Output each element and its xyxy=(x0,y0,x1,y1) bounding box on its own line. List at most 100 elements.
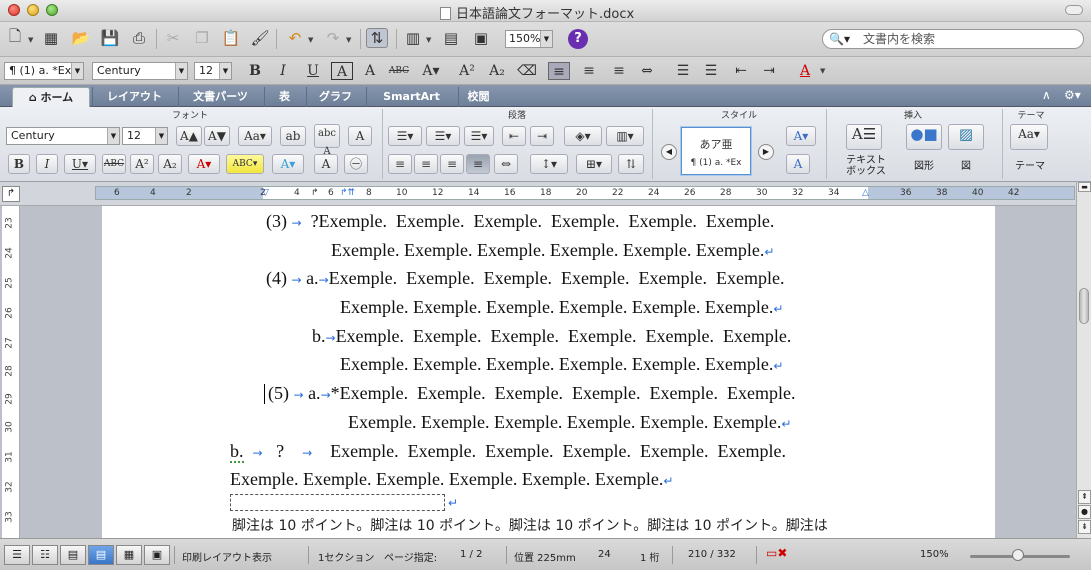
next-page-icon[interactable]: ⇟ xyxy=(1078,520,1091,534)
ribbon-shading-icon[interactable]: ◈▾ xyxy=(564,126,602,146)
tab-selector-icon[interactable]: ↱ xyxy=(2,186,20,202)
shadow-text-icon[interactable]: A xyxy=(359,62,381,80)
document-page[interactable]: (3) → ?Exemple. Exemple. Exemple. Exempl… xyxy=(102,206,995,538)
ribbon-align-left-icon[interactable]: ≡ xyxy=(388,154,412,174)
enclose-characters-icon[interactable]: ㊀ xyxy=(344,154,368,174)
shrink-font-icon[interactable]: A▼ xyxy=(204,126,230,146)
increase-indent-icon[interactable]: ⇥ xyxy=(758,62,780,80)
shapes-icon[interactable]: ●■ xyxy=(906,124,942,150)
tab-review[interactable]: 校閲 xyxy=(458,87,498,107)
font-size-select[interactable]: 12 ▼ xyxy=(194,62,232,80)
example-5a-line2[interactable]: Exemple. Exemple. Exemple. Exemple. Exem… xyxy=(348,412,791,433)
save-icon[interactable]: 💾 xyxy=(99,28,121,48)
tab-charts[interactable]: グラフ xyxy=(306,87,364,107)
ribbon-underline-button[interactable]: U▾ xyxy=(64,154,96,174)
font-color-icon[interactable]: A xyxy=(794,62,816,80)
footnote-text[interactable]: 脚注は 10 ポイント。脚注は 10 ポイント。脚注は 10 ポイント。脚注は … xyxy=(232,515,828,535)
ribbon-numbering-icon[interactable]: ☰▾ xyxy=(426,126,460,146)
ribbon-borders-icon[interactable]: ⊞▾ xyxy=(576,154,612,174)
ribbon-sort-icon[interactable]: ⇅ xyxy=(618,154,644,174)
notebook-view-icon[interactable]: ▦ xyxy=(116,545,142,565)
ribbon-superscript-icon[interactable]: A² xyxy=(130,154,154,174)
chevron-down-icon[interactable]: ▼ xyxy=(820,67,825,75)
decrease-indent-icon[interactable]: ⇤ xyxy=(730,62,752,80)
search-icon[interactable]: 🔍▾ xyxy=(829,30,850,48)
toolbar-toggle-button[interactable] xyxy=(1065,5,1083,15)
bold-button[interactable]: B xyxy=(244,62,266,80)
clear-formatting-icon[interactable]: ab xyxy=(280,126,306,146)
sidebar-icon[interactable]: ▥ xyxy=(402,28,424,48)
style-next-button[interactable]: ▶ xyxy=(758,144,774,160)
style-manage-icon[interactable]: A xyxy=(786,154,810,174)
paste-icon[interactable]: 📋 xyxy=(220,28,242,48)
subscript-icon[interactable]: A₂ xyxy=(486,62,508,80)
style-prev-button[interactable]: ◀ xyxy=(661,144,677,160)
change-case-icon[interactable]: Aa▾ xyxy=(238,126,272,146)
zoom-slider-knob[interactable] xyxy=(1012,549,1024,561)
tab-layout[interactable]: レイアウト xyxy=(92,87,176,107)
print-layout-view-icon[interactable]: ▤ xyxy=(88,545,114,565)
example-4a-line2[interactable]: Exemple. Exemple. Exemple. Exemple. Exem… xyxy=(340,297,783,318)
example-4a-line1[interactable]: (4) → a.→Exemple. Exemple. Exemple. Exem… xyxy=(266,268,784,289)
tab-smartart[interactable]: SmartArt xyxy=(366,87,456,107)
ribbon-justify-icon[interactable]: ≡ xyxy=(466,154,490,174)
undo-icon[interactable]: ↶ xyxy=(284,28,306,48)
show-formatting-icon[interactable]: ⇅ xyxy=(366,28,388,48)
redo-icon[interactable]: ↷ xyxy=(322,28,344,48)
ribbon-italic-button[interactable]: I xyxy=(36,154,58,174)
hanging-indent-marker[interactable]: ↱⇈ xyxy=(340,187,355,199)
ribbon-increase-indent-icon[interactable]: ⇥ xyxy=(530,126,554,146)
format-painter-icon[interactable]: 🖌 xyxy=(249,28,271,48)
ribbon-decrease-indent-icon[interactable]: ⇤ xyxy=(502,126,526,146)
proofing-error-icon[interactable]: ▭✖ xyxy=(766,546,787,560)
gallery-icon[interactable]: ▦ xyxy=(40,28,62,48)
help-button[interactable]: ? xyxy=(568,29,588,49)
close-window-button[interactable] xyxy=(8,4,20,16)
minimize-window-button[interactable] xyxy=(27,4,39,16)
example-4b-line1[interactable]: b.→Exemple. Exemple. Exemple. Exemple. E… xyxy=(312,326,791,347)
chevron-down-icon[interactable]: ▼ xyxy=(346,36,351,44)
font-select[interactable]: Century ▼ xyxy=(92,62,188,80)
themes-icon[interactable]: Aa▾ xyxy=(1010,124,1048,150)
ribbon-highlight-icon[interactable]: ABC▾ xyxy=(226,154,264,174)
example-3-line2[interactable]: Exemple. Exemple. Exemple. Exemple. Exem… xyxy=(331,240,774,261)
ribbon-columns-icon[interactable]: ▥▾ xyxy=(606,126,644,146)
toolbox-icon[interactable]: ▤ xyxy=(440,28,462,48)
bullet-list-icon[interactable]: ☰ xyxy=(700,62,722,80)
page-indicator[interactable]: 1 / 2 xyxy=(460,549,482,560)
previous-page-icon[interactable]: ⇞ xyxy=(1078,490,1091,504)
outline-view-icon[interactable]: ☷ xyxy=(32,545,58,565)
character-border-icon[interactable]: A xyxy=(348,126,372,146)
chevron-down-icon[interactable]: ▼ xyxy=(308,36,313,44)
example-4b-line2[interactable]: Exemple. Exemple. Exemple. Exemple. Exem… xyxy=(340,354,783,375)
superscript-icon[interactable]: A² xyxy=(456,62,478,80)
align-center-icon[interactable]: ≡ xyxy=(578,62,600,80)
ribbon-font-size-select[interactable]: 12 ▼ xyxy=(122,127,168,145)
ribbon-bold-button[interactable]: B xyxy=(8,154,30,174)
picture-icon[interactable]: ▨ xyxy=(948,124,984,150)
media-browser-icon[interactable]: ▣ xyxy=(470,28,492,48)
split-handle-icon[interactable]: ▬ xyxy=(1078,182,1091,192)
publishing-view-icon[interactable]: ▤ xyxy=(60,545,86,565)
strikethrough-icon[interactable]: ABC xyxy=(388,62,410,80)
word-count[interactable]: 210 / 332 xyxy=(688,549,736,560)
italic-button[interactable]: I xyxy=(272,62,294,80)
ribbon-distribute-icon[interactable]: ⇔ xyxy=(494,154,518,174)
style-select[interactable]: ¶ (1) a. *Ex ▼ xyxy=(4,62,84,80)
ribbon-line-spacing-icon[interactable]: ↕▾ xyxy=(530,154,568,174)
text-effects-icon[interactable]: A▾ xyxy=(420,62,442,80)
tab-stop-marker[interactable]: ↱ xyxy=(311,187,319,199)
collapse-ribbon-icon[interactable]: ∧ xyxy=(1042,88,1051,102)
phonetic-guide-icon[interactable]: abc A xyxy=(314,124,340,157)
draft-view-icon[interactable]: ☰ xyxy=(4,545,30,565)
gear-icon[interactable]: ⚙▾ xyxy=(1064,88,1081,102)
example-5b-line1[interactable]: b. → ? → Exemple. Exemple. Exemple. Exem… xyxy=(230,441,786,463)
chevron-down-icon[interactable]: ▼ xyxy=(28,36,33,44)
zoom-window-button[interactable] xyxy=(46,4,58,16)
border-text-icon[interactable]: A xyxy=(331,62,353,80)
tab-tables[interactable]: 表 xyxy=(264,87,304,107)
chevron-down-icon[interactable]: ▼ xyxy=(426,36,431,44)
browse-object-icon[interactable]: ● xyxy=(1078,505,1091,519)
copy-icon[interactable]: ❐ xyxy=(191,28,213,48)
align-right-icon[interactable]: ≡ xyxy=(608,62,630,80)
